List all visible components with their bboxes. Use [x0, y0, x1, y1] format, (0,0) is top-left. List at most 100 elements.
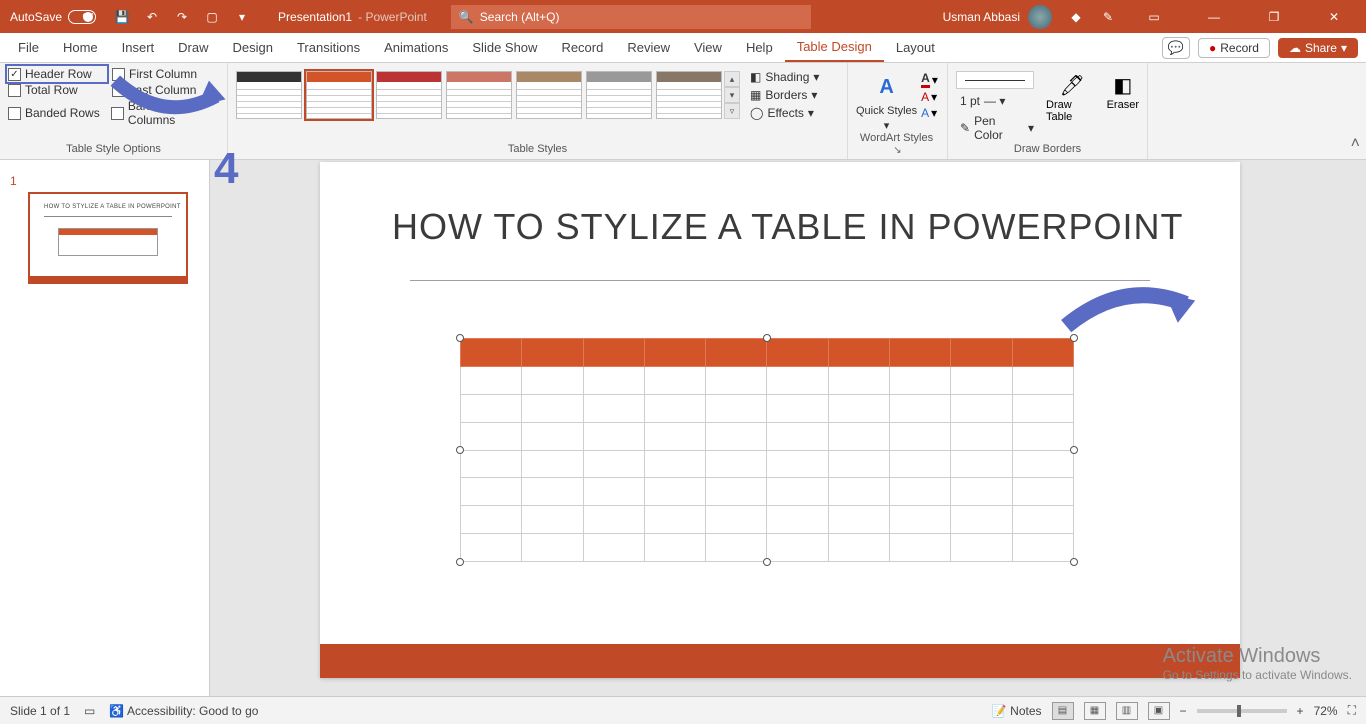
table-style-thumb[interactable] — [306, 71, 372, 119]
checkbox-last-column[interactable]: Last Column — [112, 83, 196, 97]
normal-view-icon[interactable]: ▤ — [1052, 702, 1074, 720]
tab-layout[interactable]: Layout — [884, 33, 947, 62]
redo-icon[interactable]: ↷ — [174, 9, 190, 25]
gallery-more-icon[interactable]: ▿ — [724, 103, 740, 119]
checkbox-total-row[interactable]: Total Row — [8, 83, 106, 97]
close-icon[interactable]: ✕ — [1312, 0, 1356, 33]
zoom-in-icon[interactable]: + — [1297, 704, 1304, 718]
collapse-ribbon-icon[interactable]: ˄ — [1345, 129, 1366, 159]
tab-table-design[interactable]: Table Design — [785, 33, 884, 62]
watermark-sub: Go to Settings to activate Windows. — [1163, 668, 1352, 682]
slide-title-text[interactable]: HOW TO STYLIZE A TABLE IN POWERPOINT — [392, 206, 1184, 248]
table[interactable] — [460, 338, 1074, 562]
resize-handle[interactable] — [763, 558, 771, 566]
text-fill-button[interactable]: A ▾ — [921, 71, 938, 88]
autosave-toggle[interactable]: Off — [68, 10, 96, 24]
autosave-label: AutoSave — [10, 10, 62, 24]
group-label-wordart: WordArt Styles ↘ — [856, 132, 939, 158]
table-style-thumb[interactable] — [656, 71, 722, 119]
checkbox-banded-rows[interactable]: Banded Rows — [8, 99, 105, 127]
checkbox-header-row[interactable]: ✓Header Row — [8, 67, 106, 81]
record-button[interactable]: ●Record — [1198, 38, 1270, 58]
tab-design[interactable]: Design — [221, 33, 285, 62]
tab-help[interactable]: Help — [734, 33, 785, 62]
zoom-slider[interactable] — [1197, 709, 1287, 713]
pen-color-button[interactable]: ✎ Pen Color ▾ — [956, 113, 1038, 143]
undo-icon[interactable]: ↶ — [144, 9, 160, 25]
comments-button[interactable]: 💬 — [1162, 37, 1190, 59]
tab-draw[interactable]: Draw — [166, 33, 220, 62]
table-styles-gallery — [236, 67, 722, 119]
tab-insert[interactable]: Insert — [110, 33, 167, 62]
table-style-thumb[interactable] — [446, 71, 512, 119]
search-box[interactable]: 🔍 Search (Alt+Q) — [451, 5, 811, 29]
text-outline-button[interactable]: A ▾ — [921, 90, 938, 104]
checkbox-first-column[interactable]: First Column — [112, 67, 197, 81]
spellcheck-icon[interactable]: ▭ — [84, 704, 95, 718]
present-from-start-icon[interactable]: ▢ — [204, 9, 220, 25]
tab-review[interactable]: Review — [615, 33, 682, 62]
tab-view[interactable]: View — [682, 33, 734, 62]
ribbon-tabs: File Home Insert Draw Design Transitions… — [0, 33, 1366, 63]
slide-canvas[interactable]: HOW TO STYLIZE A TABLE IN POWERPOINT — [320, 162, 1240, 678]
tabs-right: 💬 ●Record ☁ Share ▾ — [1162, 37, 1358, 59]
account-button[interactable]: Usman Abbasi — [943, 5, 1052, 29]
shading-button[interactable]: ◧ Shading ▾ — [746, 69, 823, 85]
resize-handle[interactable] — [456, 446, 464, 454]
resize-handle[interactable] — [1070, 334, 1078, 342]
effects-button[interactable]: ◯ Effects ▾ — [746, 105, 823, 121]
slideshow-view-icon[interactable]: ▣ — [1148, 702, 1170, 720]
save-icon[interactable]: 💾 — [114, 9, 130, 25]
reading-view-icon[interactable]: ▥ — [1116, 702, 1138, 720]
resize-handle[interactable] — [1070, 558, 1078, 566]
resize-handle[interactable] — [763, 334, 771, 342]
diamond-icon[interactable]: ◆ — [1068, 9, 1084, 25]
tab-home[interactable]: Home — [51, 33, 110, 62]
workspace: 1 HOW TO STYLIZE A TABLE IN POWERPOINT H… — [0, 160, 1366, 696]
quick-styles-button[interactable]: A Quick Styles▾ — [856, 71, 917, 132]
table-object[interactable] — [460, 338, 1074, 562]
magic-icon[interactable]: ✎ — [1100, 9, 1116, 25]
borders-button[interactable]: ▦ Borders ▾ — [746, 87, 823, 103]
annotation-step-number: 4 — [214, 144, 238, 194]
minimize-icon[interactable]: — — [1192, 0, 1236, 33]
gallery-down-icon[interactable]: ▾ — [724, 87, 740, 103]
accessibility-button[interactable]: ♿ Accessibility: Good to go — [109, 704, 258, 718]
share-button[interactable]: ☁ Share ▾ — [1278, 38, 1358, 58]
table-style-thumb[interactable] — [236, 71, 302, 119]
zoom-level[interactable]: 72% — [1314, 704, 1338, 718]
customize-qat-icon[interactable]: ▾ — [234, 9, 250, 25]
resize-handle[interactable] — [456, 334, 464, 342]
table-style-thumb[interactable] — [376, 71, 442, 119]
ribbon: ✓Header Row First Column Total Row Last … — [0, 63, 1366, 160]
thumb-title: HOW TO STYLIZE A TABLE IN POWERPOINT — [44, 204, 181, 210]
pen-style-dropdown[interactable] — [956, 71, 1034, 89]
zoom-out-icon[interactable]: − — [1180, 704, 1187, 718]
resize-handle[interactable] — [1070, 446, 1078, 454]
tab-record[interactable]: Record — [549, 33, 615, 62]
table-style-thumb[interactable] — [516, 71, 582, 119]
gallery-up-icon[interactable]: ▴ — [724, 71, 740, 87]
dialog-launcher-icon[interactable]: ↘ — [893, 145, 901, 156]
eraser-icon: ◧ — [1109, 71, 1137, 99]
watermark-title: Activate Windows — [1163, 645, 1352, 668]
tab-slideshow[interactable]: Slide Show — [460, 33, 549, 62]
checkbox-banded-columns[interactable]: Banded Columns — [111, 99, 219, 127]
slide-editor[interactable]: HOW TO STYLIZE A TABLE IN POWERPOINT — [210, 160, 1366, 696]
tab-transitions[interactable]: Transitions — [285, 33, 372, 62]
resize-handle[interactable] — [456, 558, 464, 566]
draw-table-button[interactable]: 🖊Draw Table — [1046, 71, 1099, 123]
fit-to-window-icon[interactable]: ⛶ — [1348, 703, 1356, 718]
gallery-scroll: ▴ ▾ ▿ — [724, 71, 740, 119]
pen-weight-dropdown[interactable]: 1 pt — ▾ — [956, 93, 1038, 109]
slide-thumbnail[interactable]: HOW TO STYLIZE A TABLE IN POWERPOINT — [28, 192, 188, 284]
eraser-button[interactable]: ◧Eraser — [1107, 71, 1139, 111]
tab-animations[interactable]: Animations — [372, 33, 460, 62]
notes-button[interactable]: 📝 Notes — [992, 704, 1042, 718]
table-style-thumb[interactable] — [586, 71, 652, 119]
ribbon-display-icon[interactable]: ▭ — [1132, 0, 1176, 33]
sorter-view-icon[interactable]: ▦ — [1084, 702, 1106, 720]
tab-file[interactable]: File — [6, 33, 51, 62]
maximize-icon[interactable]: ❐ — [1252, 0, 1296, 33]
text-effects-button[interactable]: A ▾ — [921, 106, 938, 120]
